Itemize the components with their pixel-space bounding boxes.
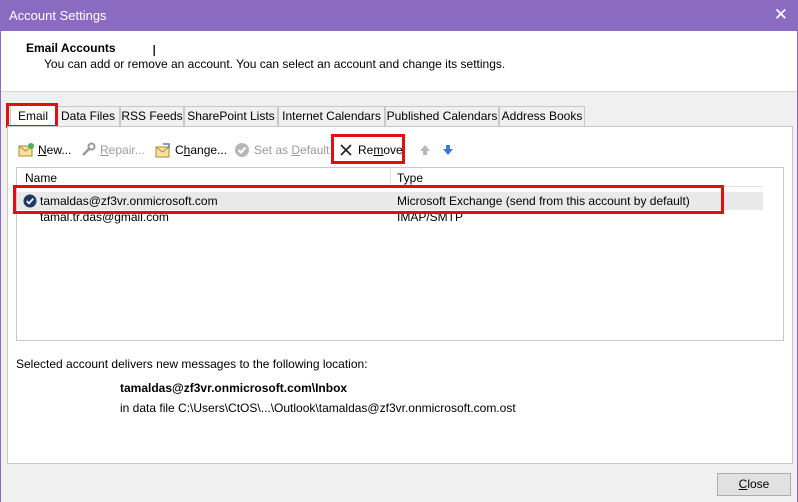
tab-internet-calendars[interactable]: Internet Calendars bbox=[278, 106, 385, 126]
new-label: ew... bbox=[46, 143, 72, 157]
new-account-icon bbox=[18, 143, 34, 157]
check-circle-icon bbox=[235, 143, 249, 157]
column-header-name[interactable]: Name bbox=[25, 171, 57, 185]
delivery-caption: Selected account delivers new messages t… bbox=[16, 357, 368, 371]
header-description: You can add or remove an account. You ca… bbox=[44, 57, 506, 71]
change-button[interactable]: Change... bbox=[155, 139, 227, 161]
window-border-left bbox=[0, 31, 1, 502]
change-label-pre: C bbox=[175, 143, 184, 157]
set-default-label-pre: Set as bbox=[254, 143, 292, 157]
new-mnemonic: N bbox=[38, 143, 47, 157]
close-label: lose bbox=[747, 477, 770, 491]
close-button[interactable]: Close bbox=[717, 473, 791, 496]
tab-address-books[interactable]: Address Books bbox=[499, 106, 585, 126]
repair-label: epair... bbox=[108, 143, 145, 157]
column-separator bbox=[390, 168, 391, 186]
close-icon[interactable]: ✕ bbox=[774, 5, 788, 25]
tab-sharepoint-lists[interactable]: SharePoint Lists bbox=[184, 106, 278, 126]
repair-mnemonic: R bbox=[100, 143, 109, 157]
text-cursor-icon: I bbox=[152, 43, 157, 60]
header-title: Email Accounts bbox=[26, 41, 116, 55]
set-as-default-button[interactable]: Set as Default bbox=[234, 139, 329, 161]
tab-data-files[interactable]: Data Files bbox=[56, 106, 120, 126]
highlight-email-tab bbox=[6, 103, 58, 128]
delivery-data-file: in data file C:\Users\CtOS\...\Outlook\t… bbox=[120, 401, 516, 415]
tab-rss-feeds[interactable]: RSS Feeds bbox=[120, 106, 184, 126]
repair-icon bbox=[82, 142, 96, 156]
tab-published-calendars[interactable]: Published Calendars bbox=[385, 106, 499, 126]
title-bar: Account Settings ✕ bbox=[0, 0, 798, 31]
dialog-header: Email Accounts You can add or remove an … bbox=[1, 31, 797, 92]
repair-button[interactable]: Repair... bbox=[80, 139, 145, 161]
column-header-type[interactable]: Type bbox=[397, 171, 423, 185]
highlight-selected-account bbox=[13, 185, 724, 214]
set-default-mnemonic: D bbox=[291, 143, 301, 157]
arrow-down-icon bbox=[443, 145, 453, 155]
delivery-location: tamaldas@zf3vr.onmicrosoft.com\Inbox bbox=[120, 381, 348, 395]
change-account-icon bbox=[155, 143, 170, 158]
arrow-up-icon bbox=[420, 145, 430, 155]
set-default-label: efault bbox=[300, 143, 330, 157]
new-button[interactable]: New... bbox=[18, 139, 71, 161]
window-title: Account Settings bbox=[9, 8, 107, 23]
change-label: ange... bbox=[190, 143, 228, 157]
highlight-remove-button bbox=[331, 134, 405, 164]
